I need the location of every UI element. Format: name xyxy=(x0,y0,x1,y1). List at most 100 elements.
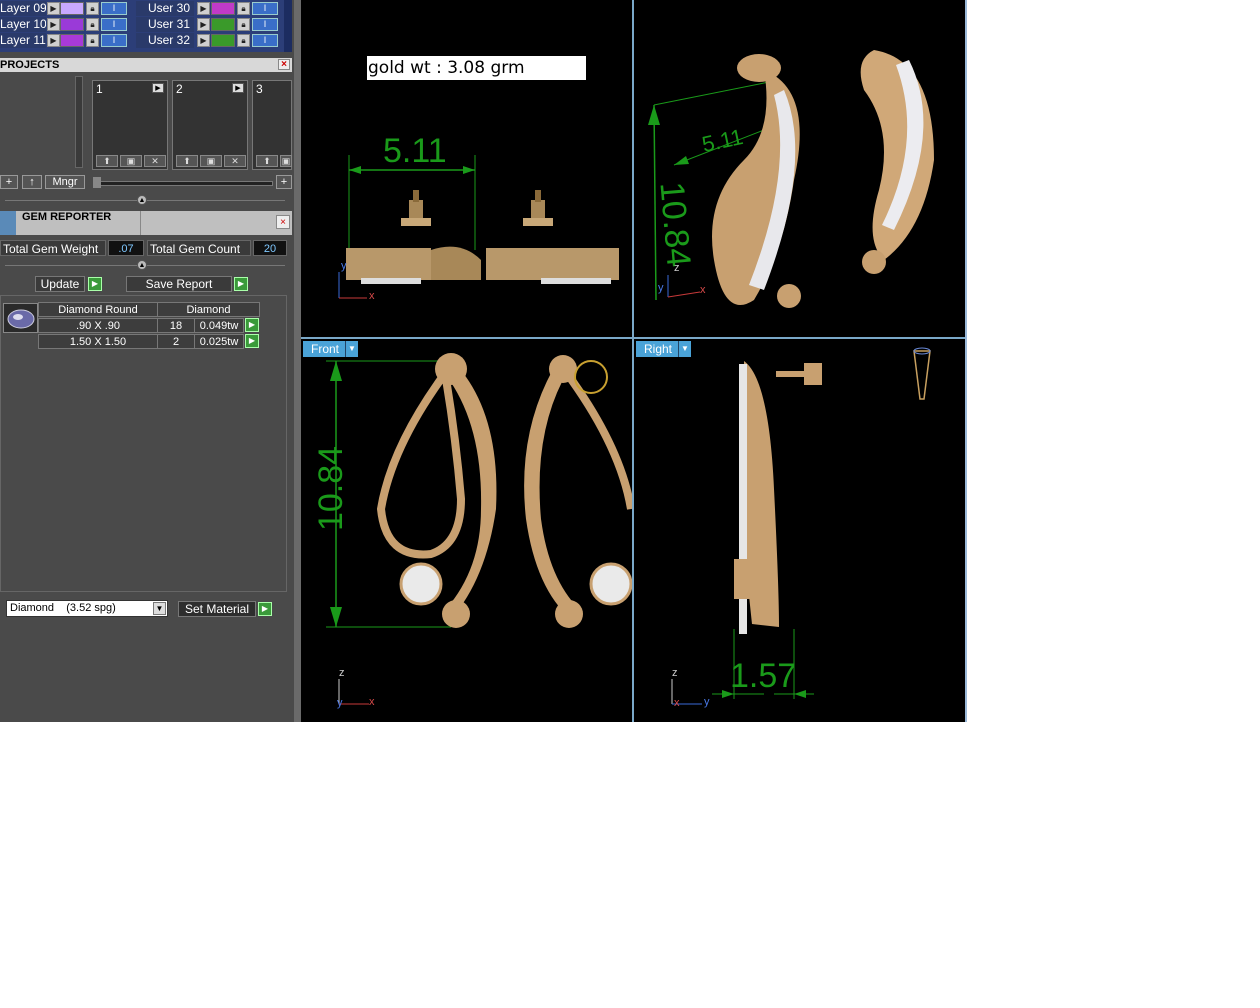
table-cell-size: 1.50 X 1.50 xyxy=(38,334,158,349)
layer-name: Layer 09 xyxy=(0,1,46,16)
delete-icon[interactable]: ✕ xyxy=(224,155,246,167)
layer-color-swatch[interactable] xyxy=(211,34,235,47)
play-icon[interactable]: ▶ xyxy=(47,18,60,31)
layers-scrollbar[interactable] xyxy=(284,0,292,52)
update-button[interactable]: Update xyxy=(35,276,85,292)
upload-icon[interactable]: ⬆ xyxy=(96,155,118,167)
tab-divider xyxy=(140,211,141,235)
layer-visibility-button[interactable]: I xyxy=(252,18,278,31)
project-number: 2 xyxy=(176,82,183,96)
layer-row[interactable]: Layer 10 ▶ 🔒︎ I xyxy=(0,17,132,32)
lock-icon[interactable]: 🔒︎ xyxy=(86,34,99,47)
layer-visibility-button[interactable]: I xyxy=(252,34,278,47)
project-slot[interactable]: 2 ▶ ⬆ ▣ ✕ xyxy=(172,80,248,170)
table-cell-count: 2 xyxy=(157,334,195,349)
save-icon[interactable]: ▣ xyxy=(280,155,292,167)
manager-button[interactable]: Mngr xyxy=(45,175,85,189)
gem-reporter-icon xyxy=(0,211,16,235)
project-slot[interactable]: 3 ⬆ ▣ xyxy=(252,80,292,170)
viewport-right-edge xyxy=(965,0,967,722)
dimension-height: 10.84 xyxy=(312,445,351,532)
collapse-handle-icon[interactable]: ▲ xyxy=(137,195,147,205)
chevron-down-icon[interactable]: ▼ xyxy=(153,602,166,615)
viewport-front[interactable]: Front ▼ 10.84 z y x xyxy=(301,339,632,722)
move-up-button[interactable]: ↑ xyxy=(22,175,42,189)
play-icon[interactable]: ▶ xyxy=(197,2,210,15)
save-icon[interactable]: ▣ xyxy=(120,155,142,167)
play-icon[interactable]: ▶ xyxy=(245,334,259,348)
delete-icon[interactable]: ✕ xyxy=(144,155,166,167)
right-view-drawing xyxy=(671,347,931,705)
save-report-button[interactable]: Save Report xyxy=(126,276,232,292)
perspective-view-drawing xyxy=(648,50,934,308)
layer-color-swatch[interactable] xyxy=(60,18,84,31)
play-icon[interactable]: ▶ xyxy=(197,34,210,47)
table-cell-weight: 0.049tw xyxy=(194,318,244,333)
material-select[interactable]: Diamond (3.52 spg) ▼ xyxy=(6,600,168,617)
zoom-in-button[interactable]: + xyxy=(276,175,292,189)
viewport-right[interactable]: Right ▼ 1.57 z x y xyxy=(634,339,965,722)
layer-name: Layer 10 xyxy=(0,17,46,32)
layer-row[interactable]: User 30 ▶ 🔒︎ I xyxy=(136,1,284,16)
layer-color-swatch[interactable] xyxy=(211,2,235,15)
layer-name: Layer 11 xyxy=(0,33,46,48)
layer-row[interactable]: User 31 ▶ 🔒︎ I xyxy=(136,17,284,32)
layer-row[interactable]: Layer 09 ▶ 🔒︎ I xyxy=(0,1,132,16)
close-icon[interactable]: × xyxy=(276,215,290,229)
gem-thumbnail-icon[interactable] xyxy=(3,303,38,333)
total-gem-count-value: 20 xyxy=(253,240,287,256)
collapse-handle-icon[interactable]: ▲ xyxy=(137,260,147,270)
gold-weight-note: gold wt : 3.08 grm xyxy=(367,56,586,80)
play-icon[interactable]: ▶ xyxy=(258,602,272,616)
chevron-right-icon[interactable]: ▶ xyxy=(152,83,164,93)
layer-visibility-button[interactable]: I xyxy=(101,34,127,47)
project-slot[interactable]: 1 ▶ ⬆ ▣ ✕ xyxy=(92,80,168,170)
play-icon[interactable]: ▶ xyxy=(47,34,60,47)
upload-icon[interactable]: ⬆ xyxy=(256,155,278,167)
dimension-depth: 1.57 xyxy=(730,657,797,695)
play-icon[interactable]: ▶ xyxy=(245,318,259,332)
layer-name: User 31 xyxy=(136,17,194,32)
projects-scrollbar[interactable] xyxy=(75,76,83,168)
table-header: Diamond xyxy=(157,302,260,317)
viewport-front-label[interactable]: Front xyxy=(303,341,348,357)
play-icon[interactable]: ▶ xyxy=(88,277,102,291)
lock-icon[interactable]: 🔒︎ xyxy=(86,2,99,15)
lock-icon[interactable]: 🔒︎ xyxy=(237,34,250,47)
lock-icon[interactable]: 🔒︎ xyxy=(237,2,250,15)
layer-row[interactable]: Layer 11 ▶ 🔒︎ I xyxy=(0,33,132,48)
play-icon[interactable]: ▶ xyxy=(234,277,248,291)
axis-y-label: y xyxy=(704,696,710,708)
table-cell-size: .90 X .90 xyxy=(38,318,158,333)
layer-color-swatch[interactable] xyxy=(211,18,235,31)
lock-icon[interactable]: 🔒︎ xyxy=(86,18,99,31)
project-number: 1 xyxy=(96,82,103,96)
close-icon[interactable]: × xyxy=(278,59,290,70)
upload-icon[interactable]: ⬆ xyxy=(176,155,198,167)
zoom-slider[interactable] xyxy=(93,181,273,186)
chevron-down-icon[interactable]: ▼ xyxy=(345,341,358,357)
dimension-width: 5.11 xyxy=(383,132,447,170)
axis-y-label: y xyxy=(337,697,343,709)
layer-visibility-button[interactable]: I xyxy=(101,18,127,31)
chevron-right-icon[interactable]: ▶ xyxy=(232,83,244,93)
set-material-button[interactable]: Set Material xyxy=(178,601,256,617)
layer-color-swatch[interactable] xyxy=(60,34,84,47)
layer-row[interactable]: User 32 ▶ 🔒︎ I xyxy=(136,33,284,48)
viewport-perspective[interactable]: 5.11 10.84 z y x xyxy=(634,0,965,337)
axis-x-label: x xyxy=(700,284,706,296)
layer-visibility-button[interactable]: I xyxy=(101,2,127,15)
layer-color-swatch[interactable] xyxy=(60,2,84,15)
add-project-button[interactable]: + xyxy=(0,175,18,189)
chevron-down-icon[interactable]: ▼ xyxy=(678,341,691,357)
save-icon[interactable]: ▣ xyxy=(200,155,222,167)
lock-icon[interactable]: 🔒︎ xyxy=(237,18,250,31)
play-icon[interactable]: ▶ xyxy=(197,18,210,31)
viewport-right-label[interactable]: Right xyxy=(636,341,681,357)
projects-header: PROJECTS × xyxy=(0,58,292,72)
layer-visibility-button[interactable]: I xyxy=(252,2,278,15)
viewport-top[interactable]: y x 5.11 xyxy=(301,0,632,337)
play-icon[interactable]: ▶ xyxy=(47,2,60,15)
diamond-gem-icon xyxy=(7,309,35,329)
zoom-slider-handle[interactable] xyxy=(93,177,101,188)
